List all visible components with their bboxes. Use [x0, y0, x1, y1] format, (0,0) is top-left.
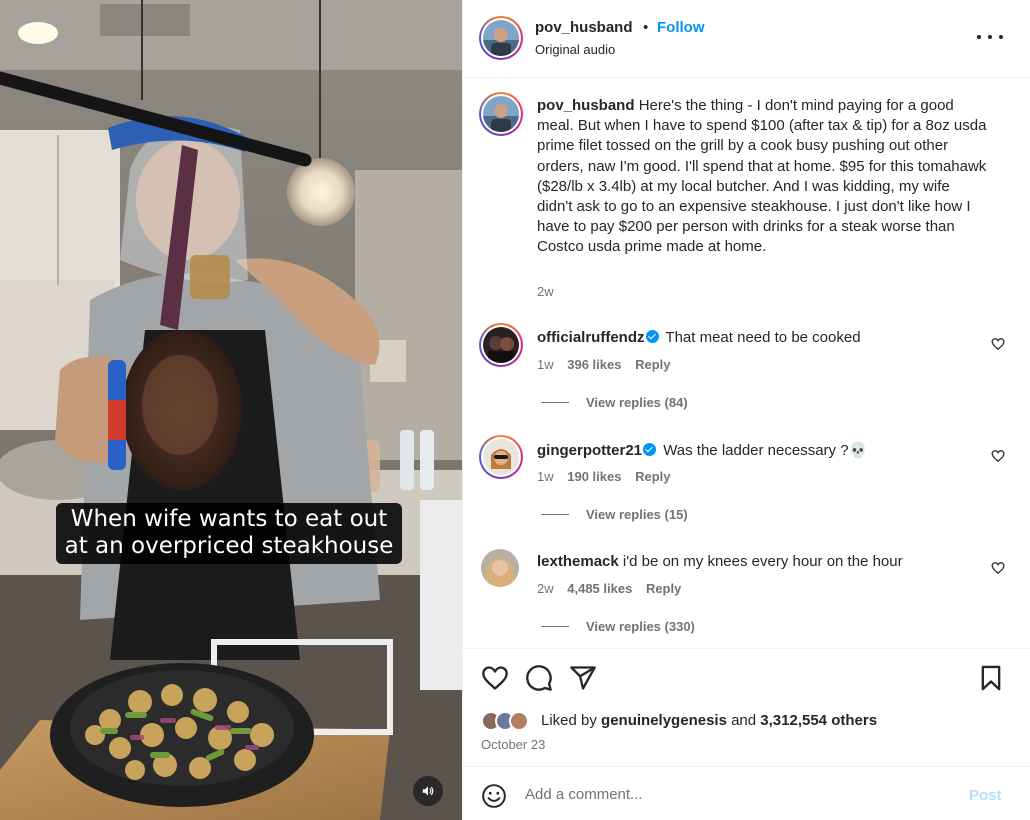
comment-text: Was the ladder necessary ?💀	[663, 442, 868, 459]
liked-by-others[interactable]: 3,312,554 others	[760, 712, 877, 729]
more-options-icon	[977, 35, 1003, 39]
comment-meta: 1w 190 likes Reply	[537, 469, 681, 484]
view-replies-button[interactable]: View replies (330)	[541, 619, 695, 634]
bookmark-icon[interactable]	[977, 664, 1005, 692]
liked-by-text: Liked by genuinelygenesis and 3,312,554 …	[541, 712, 877, 729]
comment-text: i'd be on my knees every hour on the hou…	[622, 553, 903, 570]
view-replies-label: View replies (15)	[586, 507, 688, 522]
video-caption-line-2: at an overpriced steakhouse	[64, 533, 394, 559]
avatar-image	[483, 439, 519, 475]
comment-input[interactable]	[525, 781, 945, 807]
avatar[interactable]	[483, 20, 519, 56]
comment-avatar[interactable]	[483, 327, 519, 363]
emoji-icon[interactable]	[481, 783, 507, 809]
liked-by-prefix: Liked by	[541, 712, 597, 729]
follow-button[interactable]: Follow	[657, 19, 705, 36]
post-actions: Liked by genuinelygenesis and 3,312,554 …	[463, 648, 1030, 766]
avatar-image	[483, 96, 519, 132]
add-comment-bar: Post	[463, 766, 1030, 820]
video-caption: When wife wants to eat out at an overpri…	[56, 503, 402, 564]
post-comment-button[interactable]: Post	[969, 787, 1002, 804]
author-username[interactable]: pov_husband	[535, 19, 633, 36]
reply-button[interactable]: Reply	[635, 469, 670, 484]
avatar-image	[483, 327, 519, 363]
caption-username[interactable]: pov_husband	[537, 97, 635, 114]
heart-icon[interactable]	[481, 664, 509, 692]
comment-text-line: gingerpotter21 Was the ladder necessary …	[537, 441, 977, 459]
comment-avatar[interactable]	[483, 439, 519, 475]
avatar-image	[483, 20, 519, 56]
comment-item: lexthemack i'd be on my knees every hour…	[463, 549, 1030, 649]
liked-by-username[interactable]: genuinelygenesis	[601, 712, 727, 729]
header-separator: •	[643, 19, 649, 36]
comment-likes[interactable]: 396 likes	[567, 357, 621, 372]
post-video[interactable]: When wife wants to eat out at an overpri…	[0, 0, 462, 820]
comment-username[interactable]: gingerpotter21	[537, 442, 642, 459]
share-icon[interactable]	[569, 664, 597, 692]
comment-like-heart-icon[interactable]	[991, 561, 1005, 575]
post-date[interactable]: October 23	[481, 737, 545, 752]
video-frame-image	[0, 0, 462, 820]
comment-time[interactable]: 1w	[537, 357, 554, 372]
comment-like-heart-icon[interactable]	[991, 449, 1005, 463]
caption-text: pov_husband Here's the thing - I don't m…	[537, 96, 987, 258]
verified-badge-icon	[643, 443, 657, 456]
caption-body: Here's the thing - I don't mind paying f…	[537, 97, 987, 256]
view-replies-button[interactable]: View replies (84)	[541, 395, 688, 410]
verified-badge-icon	[645, 330, 659, 343]
replies-divider	[541, 514, 569, 515]
comment-item: gingerpotter21 Was the ladder necessary …	[463, 435, 1030, 537]
liker-avatar	[509, 711, 529, 731]
comment-time[interactable]: 1w	[537, 469, 554, 484]
comment-text: That meat need to be cooked	[665, 329, 861, 346]
video-caption-line-1: When wife wants to eat out	[70, 506, 388, 532]
liked-by-and: and	[731, 712, 757, 729]
view-replies-button[interactable]: View replies (15)	[541, 507, 688, 522]
comment-text-line: lexthemack i'd be on my knees every hour…	[537, 553, 977, 570]
more-options-button[interactable]	[977, 26, 1003, 48]
audio-toggle-button[interactable]	[413, 776, 443, 806]
replies-divider	[541, 626, 569, 627]
view-replies-label: View replies (84)	[586, 395, 688, 410]
comment-meta: 2w 4,485 likes Reply	[537, 581, 691, 596]
avatar-image	[481, 549, 519, 587]
audio-link[interactable]: Original audio	[535, 42, 615, 57]
comment-likes[interactable]: 4,485 likes	[567, 581, 632, 596]
liked-by-avatars[interactable]	[481, 711, 539, 731]
comment-meta: 1w 396 likes Reply	[537, 357, 681, 372]
comment-icon[interactable]	[525, 664, 553, 692]
comment-likes[interactable]: 190 likes	[567, 469, 621, 484]
speaker-icon	[422, 786, 434, 796]
comment-username[interactable]: lexthemack	[537, 553, 619, 570]
comment-avatar[interactable]	[481, 549, 519, 587]
replies-divider	[541, 402, 569, 403]
view-replies-label: View replies (330)	[586, 619, 695, 634]
comment-time[interactable]: 2w	[537, 581, 554, 596]
reply-button[interactable]: Reply	[646, 581, 681, 596]
comment-item: officialruffendz That meat need to be co…	[463, 323, 1030, 425]
post-details-panel: pov_husband • Follow Original audio pov_…	[462, 0, 1030, 820]
comment-text-line: officialruffendz That meat need to be co…	[537, 329, 977, 346]
reply-button[interactable]: Reply	[635, 357, 670, 372]
caption-timestamp[interactable]: 2w	[537, 284, 554, 299]
avatar[interactable]	[483, 96, 519, 132]
comment-username[interactable]: officialruffendz	[537, 329, 645, 346]
comment-like-heart-icon[interactable]	[991, 337, 1005, 351]
post-header: pov_husband • Follow Original audio	[463, 0, 1030, 78]
